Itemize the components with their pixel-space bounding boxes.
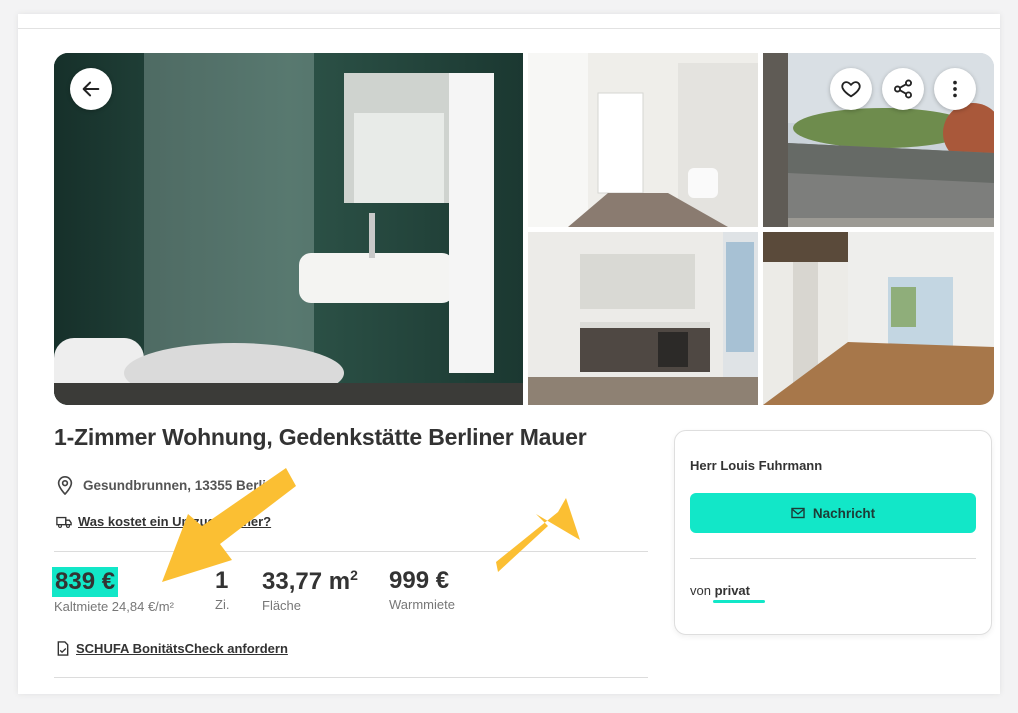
moving-cost-link[interactable]: Was kostet ein Umzug hierher?: [56, 514, 271, 529]
location: Gesundbrunnen, 13355 Berlin: [56, 475, 274, 495]
document-icon: [57, 641, 69, 656]
location-text: Gesundbrunnen, 13355 Berlin: [83, 477, 275, 493]
share-button[interactable]: [882, 68, 924, 110]
back-button[interactable]: [70, 68, 112, 110]
annotation-arrow-warm-rent: [496, 498, 580, 572]
area-stat: 33,77 m2 Fläche: [262, 567, 358, 613]
moving-cost-text: Was kostet ein Umzug hierher?: [78, 514, 272, 529]
price-label: Kaltmiete 24,84 €/m²: [54, 599, 174, 614]
schufa-text: SCHUFA BonitätsCheck anfordern: [76, 641, 288, 656]
arrow-left-icon: [82, 81, 100, 97]
price-stat: 839 € Kaltmiete 24,84 €/m²: [52, 567, 174, 614]
map-pin-icon: [57, 476, 73, 495]
contact-name: Herr Louis Fuhrmann: [690, 458, 823, 473]
warm-rent-label: Warmmiete: [389, 597, 455, 612]
area-value: 33,77 m: [262, 568, 351, 595]
divider: [54, 677, 648, 678]
header-divider: [18, 28, 1000, 29]
photo-hallway[interactable]: [528, 53, 758, 227]
envelope-icon: [791, 507, 805, 519]
rooms-label: Zi.: [215, 597, 230, 612]
area-unit-exponent: 2: [350, 567, 358, 583]
divider: [54, 551, 648, 552]
more-options-button[interactable]: [934, 68, 976, 110]
warm-rent-value: 999 €: [389, 567, 450, 594]
seller-type-value: privat: [714, 583, 750, 598]
highlight-underline: [712, 600, 765, 603]
share-icon: [894, 79, 912, 99]
photo-bathroom[interactable]: [54, 53, 523, 405]
message-button-label: Nachricht: [812, 505, 876, 521]
truck-icon: [56, 516, 72, 528]
rooms-value: 1: [215, 567, 229, 594]
warm-rent-stat: 999 € Warmmiete: [389, 567, 455, 612]
schufa-link[interactable]: SCHUFA BonitätsCheck anfordern: [56, 641, 288, 656]
favorite-button[interactable]: [830, 68, 872, 110]
contact-card: Herr Louis Fuhrmann Nachricht von privat: [674, 430, 992, 635]
divider: [690, 558, 976, 559]
area-label: Fläche: [262, 598, 302, 613]
photo-living-room[interactable]: [763, 232, 994, 405]
message-button[interactable]: Nachricht: [690, 493, 976, 533]
photo-kitchen[interactable]: [528, 232, 758, 405]
seller-type-prefix: von: [690, 583, 711, 598]
listing-card: 1-Zimmer Wohnung, Gedenkstätte Berliner …: [18, 14, 1000, 694]
heart-icon: [841, 81, 861, 98]
rooms-stat: 1 Zi.: [215, 567, 229, 612]
more-vertical-icon: [953, 80, 957, 98]
seller-type: von privat: [690, 583, 765, 603]
price-value: 839 €: [52, 567, 119, 597]
listing-title: 1-Zimmer Wohnung, Gedenkstätte Berliner …: [54, 424, 587, 450]
